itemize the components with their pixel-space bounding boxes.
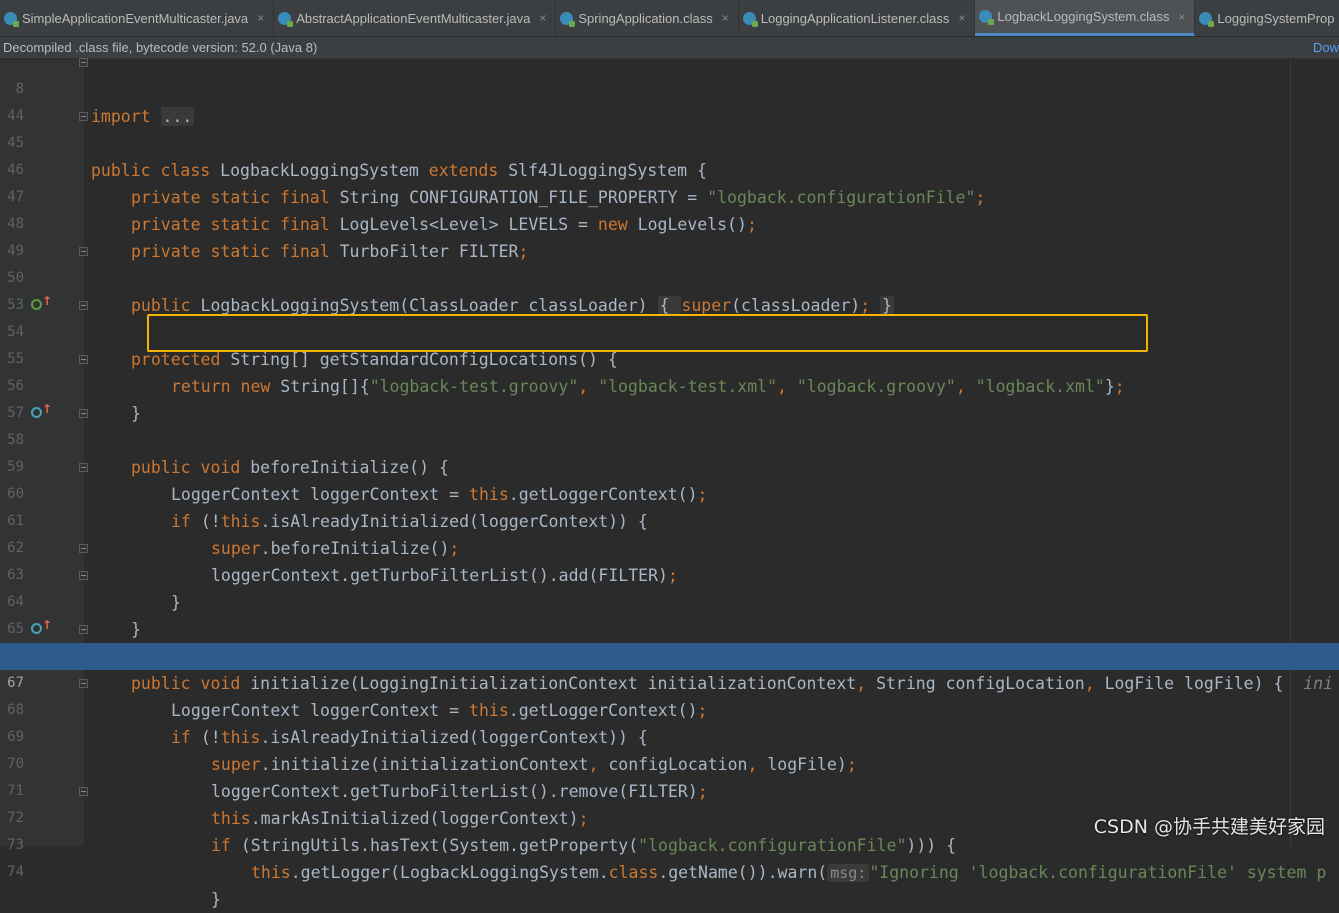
code-line[interactable]: 59 LoggerContext loggerContext = this.ge… (0, 427, 1339, 504)
code-line[interactable]: 69 super.initialize(initializationContex… (0, 697, 1339, 774)
code-line[interactable]: 44 (0, 76, 1339, 124)
tab-logging-application-listener[interactable]: LoggingApplicationListener.class × (739, 0, 976, 36)
tab-label: AbstractApplicationEventMulticaster.java (296, 10, 531, 26)
editor-tab-bar: SimpleApplicationEventMulticaster.java ×… (0, 0, 1339, 37)
code-token: .getName()).warn( (658, 863, 828, 882)
watermark: CSDN @协手共建美好家园 (1093, 816, 1325, 838)
tab-label: SpringApplication.class (578, 10, 713, 26)
close-icon[interactable]: × (958, 11, 965, 25)
code-line[interactable]: 53 (0, 265, 1339, 313)
code-line[interactable]: 68 if (!this.isAlreadyInitialized(logger… (0, 670, 1339, 747)
code-line[interactable]: 60 if (!this.isAlreadyInitialized(logger… (0, 454, 1339, 531)
code-line[interactable]: 66 public void initialize(LoggingInitial… (0, 616, 1339, 693)
tab-spring-application[interactable]: SpringApplication.class × (556, 0, 739, 36)
tab-logging-system-properties[interactable]: LoggingSystemProp (1195, 0, 1339, 36)
class-file-icon (742, 11, 758, 27)
string-literal: "Ignoring 'logback.configurationFile' sy… (869, 863, 1327, 882)
code-line[interactable]: 62 loggerContext.getTurboFilterList().ad… (0, 508, 1339, 585)
code-line[interactable]: 70 loggerContext.getTurboFilterList().re… (0, 724, 1339, 801)
class-file-icon (278, 11, 294, 27)
code-line[interactable]: 72 if (StringUtils.hasText(System.getPro… (0, 778, 1339, 855)
code-line[interactable]: 63 } (0, 535, 1339, 612)
tab-simple-application-event-multicaster[interactable]: SimpleApplicationEventMulticaster.java × (0, 0, 275, 36)
code-line[interactable]: 8 import ... (0, 49, 1339, 126)
code-line[interactable]: 58 public void beforeInitialize() { (0, 400, 1339, 477)
code-line[interactable]: 71 this.markAsInitialized(loggerContext)… (0, 751, 1339, 828)
code-line[interactable]: 49 (0, 211, 1339, 259)
close-icon[interactable]: × (539, 11, 546, 25)
line-number: 74 (7, 864, 24, 880)
code-token: } (211, 890, 221, 909)
parameter-hint: msg: (827, 864, 870, 882)
class-file-icon (560, 11, 576, 27)
code-line[interactable]: 48 private static final TurboFilter FILT… (0, 184, 1339, 261)
class-file-icon (1199, 11, 1215, 27)
close-icon[interactable]: × (257, 11, 264, 25)
code-token: this (251, 863, 291, 882)
code-line[interactable]: 47 private static final LogLevels<Level>… (0, 157, 1339, 234)
tab-label: LoggingSystemProp (1217, 10, 1335, 26)
close-icon[interactable]: × (1178, 10, 1185, 24)
tab-abstract-application-event-multicaster[interactable]: AbstractApplicationEventMulticaster.java… (274, 0, 557, 36)
tab-label: LogbackLoggingSystem.class (997, 9, 1170, 24)
code-line[interactable]: 64 } (0, 562, 1339, 639)
annotation-highlight-box (147, 314, 1148, 352)
tab-logback-logging-system[interactable]: LogbackLoggingSystem.class × (975, 0, 1196, 36)
class-file-icon (4, 11, 19, 27)
code-token: class (608, 863, 659, 882)
tab-label: LoggingApplicationListener.class (760, 10, 950, 26)
code-line[interactable]: 61 super.beforeInitialize(); (0, 481, 1339, 558)
code-line[interactable]: 65 (0, 589, 1339, 637)
code-line[interactable]: 57 (0, 373, 1339, 421)
close-icon[interactable]: × (722, 11, 729, 25)
code-line[interactable]: 50 public LogbackLoggingSystem(ClassLoad… (0, 238, 1339, 315)
class-file-icon (979, 10, 995, 25)
code-token: .getLogger(LogbackLoggingSystem. (290, 863, 609, 882)
current-code-line[interactable]: 67 LoggerContext loggerContext = this.ge… (0, 643, 1339, 720)
code-line[interactable]: 45 public class LogbackLoggingSystem ext… (0, 103, 1339, 180)
tab-label: SimpleApplicationEventMulticaster.java (22, 10, 249, 26)
code-line[interactable]: 46 private static final String CONFIGURA… (0, 130, 1339, 207)
